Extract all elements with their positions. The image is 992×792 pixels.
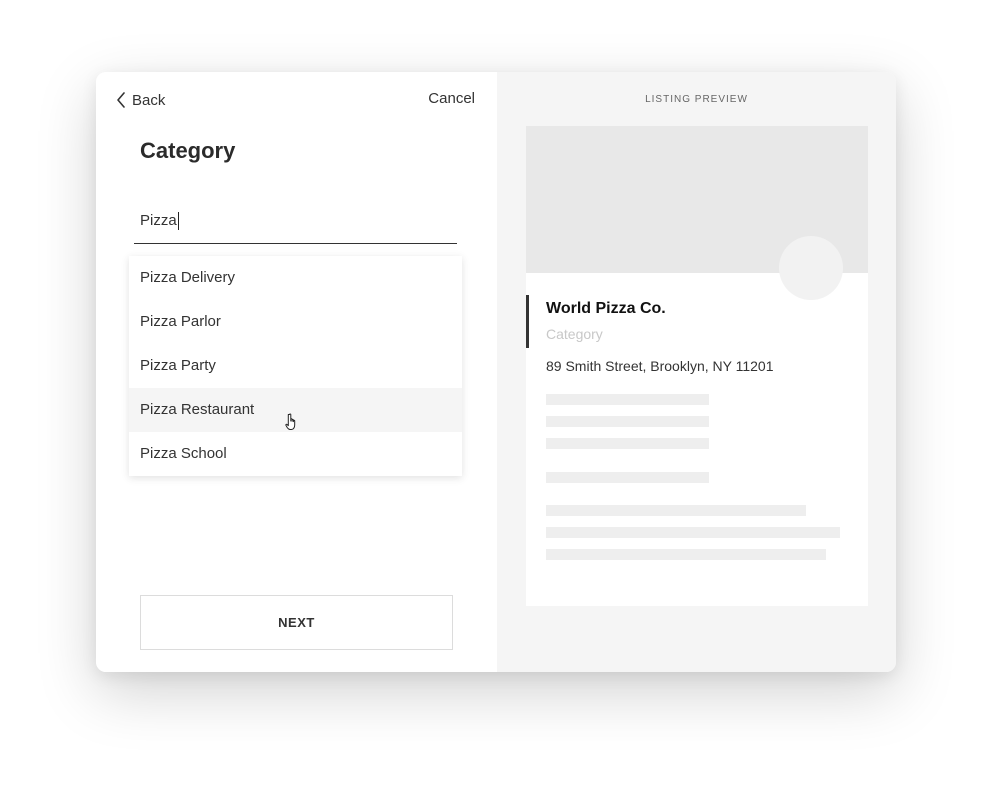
suggestion-item[interactable]: Pizza Party <box>129 344 462 388</box>
page-title: Category <box>140 138 236 163</box>
listing-preview-pane: LISTING PREVIEW World Pizza Co. Category… <box>497 72 896 672</box>
suggestion-item[interactable]: Pizza Parlor <box>129 300 462 344</box>
text-caret <box>177 212 179 230</box>
preview-logo-placeholder <box>779 236 843 300</box>
preview-placeholder-line <box>546 416 709 427</box>
listing-preview-label: LISTING PREVIEW <box>645 94 748 105</box>
chevron-left-icon <box>116 92 132 108</box>
preview-placeholder-line <box>546 549 826 560</box>
preview-category: Category <box>546 326 603 342</box>
suggestion-item[interactable]: Pizza Delivery <box>129 256 462 300</box>
suggestion-item-label: Pizza Restaurant <box>140 401 255 418</box>
suggestion-item-hovered[interactable]: Pizza Restaurant <box>129 388 462 432</box>
cancel-button[interactable]: Cancel <box>428 90 475 107</box>
category-form-pane: Back Cancel Category Pizza Pizza Deliver… <box>96 72 497 672</box>
category-search-input[interactable]: Pizza <box>140 211 179 231</box>
category-search-field[interactable]: Pizza <box>134 205 457 244</box>
listing-preview-card: World Pizza Co. Category 89 Smith Street… <box>526 126 868 606</box>
preview-business-name: World Pizza Co. <box>546 300 666 317</box>
back-label: Back <box>132 91 166 109</box>
listing-editor-modal: Back Cancel Category Pizza Pizza Deliver… <box>96 72 896 672</box>
preview-placeholder-line <box>546 394 709 405</box>
preview-placeholder-line <box>546 505 806 516</box>
search-input-value: Pizza <box>140 212 177 229</box>
preview-placeholder-line <box>546 438 709 449</box>
next-button[interactable]: NEXT <box>140 595 453 650</box>
preview-placeholder-line <box>546 527 840 538</box>
suggestion-item[interactable]: Pizza School <box>129 432 462 476</box>
back-button[interactable]: Back <box>116 90 165 110</box>
preview-accent-bar <box>526 295 529 348</box>
preview-placeholder-line <box>546 472 709 483</box>
category-suggestions-dropdown: Pizza Delivery Pizza Parlor Pizza Party … <box>129 256 462 476</box>
preview-address: 89 Smith Street, Brooklyn, NY 11201 <box>546 358 774 374</box>
